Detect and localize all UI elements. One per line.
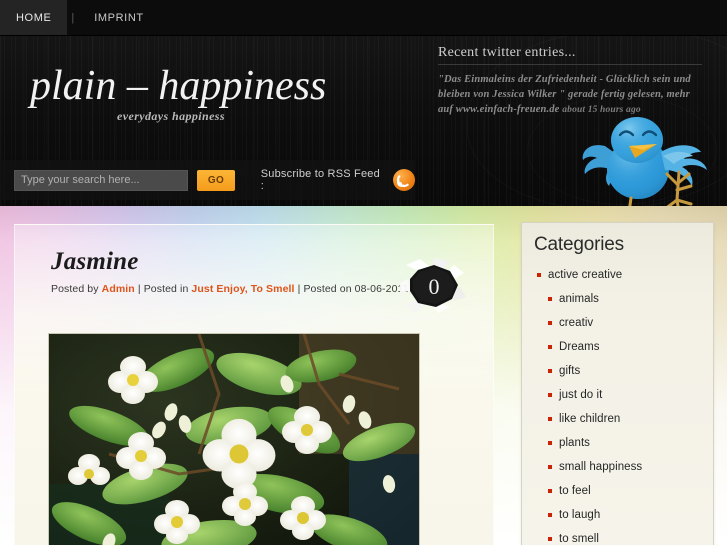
category-item-small-happiness[interactable]: small happiness	[522, 461, 713, 473]
page-title: Jasmine	[51, 248, 139, 275]
twitter-entry: "Das Einmaleins der Zufriedenheit - Glüc…	[438, 72, 702, 118]
main-content-panel: Jasmine Posted by Admin | Posted in Just…	[14, 224, 494, 545]
category-label: plants	[559, 437, 590, 449]
page-root: HOME | IMPRINT plain – happiness everyda…	[0, 0, 727, 545]
nav-item-imprint[interactable]: IMPRINT	[78, 0, 159, 35]
jasmine-photo	[49, 334, 419, 545]
category-label: active creative	[548, 269, 623, 281]
post-author-link[interactable]: Admin	[102, 283, 135, 295]
category-label: to smell	[559, 533, 600, 545]
nav-item-imprint-label: IMPRINT	[94, 11, 144, 24]
category-list: active creative animals creativ Dreams g…	[522, 269, 713, 545]
category-item-gifts[interactable]: gifts	[522, 365, 713, 377]
post-meta-posted-by-label: Posted by	[51, 283, 99, 295]
sidebar: Categories active creative animals creat…	[521, 222, 714, 545]
twitter-entry-timestamp: about 15 hours ago	[562, 105, 641, 115]
top-navigation-bar: HOME | IMPRINT	[0, 0, 727, 36]
category-label: like children	[559, 413, 621, 425]
post-divider	[51, 318, 457, 319]
search-input[interactable]	[14, 169, 189, 191]
post-meta-posted-on-label: Posted on	[303, 283, 352, 295]
search-bar: GO Subscribe to RSS Feed :	[0, 160, 415, 200]
rss-icon[interactable]	[393, 169, 415, 191]
category-label: small happiness	[559, 461, 643, 473]
site-tagline: everydays happiness	[117, 109, 225, 123]
post-meta-separator-1: |	[137, 283, 141, 295]
recent-twitter-widget: Recent twitter entries... "Das Einmalein…	[438, 45, 702, 118]
post-category-links[interactable]: Just Enjoy, To Smell	[191, 283, 294, 295]
site-logo[interactable]: plain – happiness everydays happiness	[30, 64, 330, 124]
post-meta-posted-in-label: Posted in	[143, 283, 189, 295]
nav-item-home-label: HOME	[16, 11, 52, 24]
post-meta: Posted by Admin | Posted in Just Enjoy, …	[51, 283, 493, 295]
site-title: plain – happiness	[30, 63, 327, 109]
category-label: to laugh	[559, 509, 601, 521]
category-label: creativ	[559, 317, 594, 329]
nav-item-home[interactable]: HOME	[0, 0, 68, 35]
twitter-widget-heading: Recent twitter entries...	[438, 45, 702, 65]
category-label: Dreams	[559, 341, 600, 353]
post-featured-image[interactable]	[48, 333, 420, 545]
category-item-to-feel[interactable]: to feel	[522, 485, 713, 497]
category-label: to feel	[559, 485, 591, 497]
category-label: just do it	[559, 389, 603, 401]
category-item-just-do-it[interactable]: just do it	[522, 389, 713, 401]
category-item-plants[interactable]: plants	[522, 437, 713, 449]
post-meta-separator-2: |	[297, 283, 301, 295]
post-date: 08-06-2011	[354, 283, 409, 295]
category-item-to-smell[interactable]: to smell	[522, 533, 713, 545]
category-item-like-children[interactable]: like children	[522, 413, 713, 425]
category-item-animals[interactable]: animals	[522, 293, 713, 305]
category-label: gifts	[559, 365, 581, 377]
category-label: animals	[559, 293, 599, 305]
rss-subscribe-label: Subscribe to RSS Feed :	[260, 168, 380, 192]
nav-separator: |	[71, 11, 75, 24]
sidebar-title: Categories	[534, 234, 624, 255]
rss-icon-arc-outer	[397, 173, 411, 187]
search-go-button[interactable]: GO	[197, 169, 235, 191]
category-item-dreams[interactable]: Dreams	[522, 341, 713, 353]
category-item-active-creative[interactable]: active creative	[522, 269, 713, 281]
category-item-to-laugh[interactable]: to laugh	[522, 509, 713, 521]
category-item-creativ[interactable]: creativ	[522, 317, 713, 329]
